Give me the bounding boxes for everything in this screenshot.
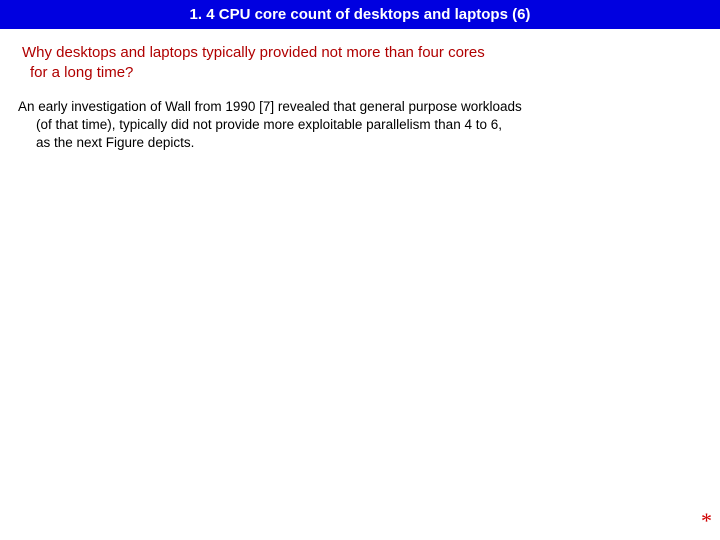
- body-line-2: (of that time), typically did not provid…: [18, 116, 706, 134]
- subheading-line-2: for a long time?: [22, 64, 133, 81]
- slide-body-text: An early investigation of Wall from 1990…: [0, 92, 720, 153]
- slide-title: 1. 4 CPU core count of desktops and lapt…: [190, 6, 531, 23]
- body-line-1: An early investigation of Wall from 1990…: [18, 99, 522, 114]
- asterisk-symbol: *: [701, 508, 712, 533]
- body-line-3: as the next Figure depicts.: [18, 134, 706, 152]
- footnote-asterisk: *: [701, 508, 712, 534]
- slide-subheading: Why desktops and laptops typically provi…: [0, 29, 720, 92]
- subheading-line-1: Why desktops and laptops typically provi…: [22, 44, 485, 61]
- slide-title-bar: 1. 4 CPU core count of desktops and lapt…: [0, 0, 720, 29]
